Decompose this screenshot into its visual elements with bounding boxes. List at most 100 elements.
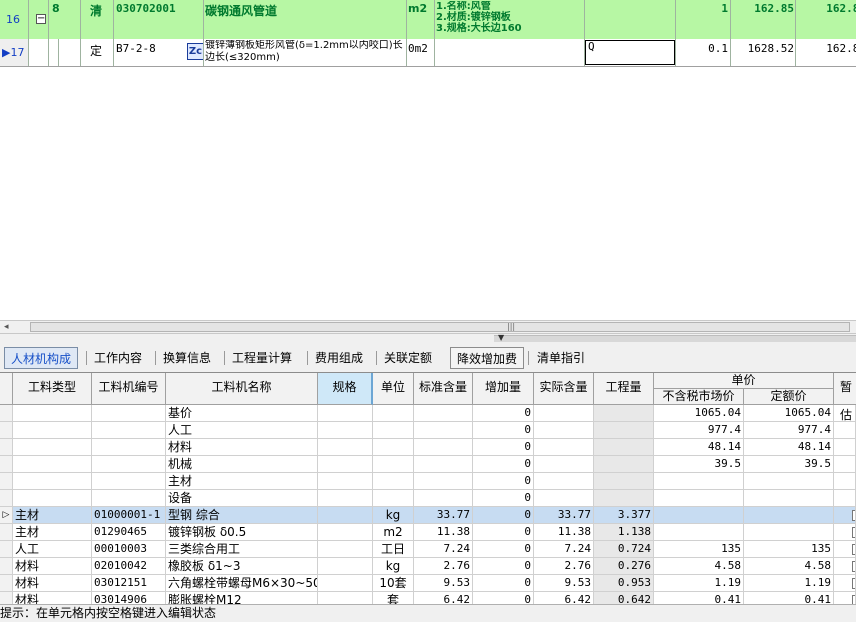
col-name[interactable]: 工料机名称 [166, 373, 318, 405]
tab-labor-material-machine[interactable]: 人材机构成 [4, 347, 79, 369]
cell-type[interactable] [13, 405, 92, 422]
cell-actual[interactable] [534, 405, 594, 422]
cell-spec[interactable] [318, 541, 373, 558]
splitter[interactable]: ▼ [0, 333, 856, 345]
cell-market[interactable]: 1065.04 [654, 405, 744, 422]
cell-qty[interactable]: 1.138 [594, 524, 654, 541]
cell-extra[interactable] [834, 439, 856, 456]
cell-name[interactable]: 六角螺栓带螺母M6×30~50 [166, 575, 318, 592]
tab-work-content[interactable]: 工作内容 [88, 347, 148, 369]
cell-spec[interactable] [318, 422, 373, 439]
bill-row[interactable]: 16 − 8 清 030702001 碳钢通风管道 m2 1.名称:风管 2.材… [0, 0, 856, 40]
quota-row[interactable]: ▶17 定 B7-2-8 Zc 镀锌薄钢板矩形风管(δ=1.2mm以内咬口)长边… [0, 39, 856, 67]
cell-std[interactable] [414, 456, 473, 473]
cell-add[interactable]: 0 [473, 541, 534, 558]
cell-actual[interactable] [534, 456, 594, 473]
scroll-left-icon[interactable]: ◂ [4, 321, 9, 333]
row-selector[interactable] [0, 422, 13, 439]
cell-unit[interactable] [373, 405, 414, 422]
cell-unit[interactable]: 工日 [373, 541, 414, 558]
cell-spec[interactable] [318, 439, 373, 456]
cell-name[interactable]: 橡胶板 δ1~3 [166, 558, 318, 575]
cell-add[interactable]: 0 [473, 473, 534, 490]
row-selector[interactable] [0, 405, 13, 422]
cell-name[interactable]: 基价 [166, 405, 318, 422]
collapse-icon[interactable]: − [36, 14, 46, 24]
col-std-content[interactable]: 标准含量 [414, 373, 473, 405]
cell-quota[interactable] [744, 524, 834, 541]
cell-std[interactable]: 9.53 [414, 575, 473, 592]
cell-spec[interactable] [318, 575, 373, 592]
cell-spec[interactable] [318, 507, 373, 524]
cell-extra[interactable] [834, 422, 856, 439]
provisional-checkbox[interactable] [852, 510, 855, 521]
splitter-arrow-icon[interactable]: ▼ [498, 333, 504, 342]
cell-std[interactable] [414, 422, 473, 439]
col-code[interactable]: 工料机编号 [92, 373, 166, 405]
cell-market[interactable] [654, 524, 744, 541]
cell-qty[interactable] [594, 439, 654, 456]
main-material-icon[interactable]: Zc [187, 43, 204, 60]
cell-market[interactable] [654, 473, 744, 490]
cell-code[interactable]: 02010042 [92, 558, 166, 575]
row-selector[interactable] [0, 490, 13, 507]
tab-cost-composition[interactable]: 费用组成 [309, 347, 369, 369]
cell-qty[interactable] [594, 405, 654, 422]
row-selector[interactable] [0, 456, 13, 473]
cell-market[interactable]: 1.19 [654, 575, 744, 592]
cell-unit[interactable]: m2 [373, 524, 414, 541]
cell-unit[interactable]: 10套 [373, 575, 414, 592]
cell-actual[interactable] [534, 473, 594, 490]
cell-type[interactable]: 主材 [13, 524, 92, 541]
cell-market[interactable]: 977.4 [654, 422, 744, 439]
cell-code[interactable]: 01000001-1 [92, 507, 166, 524]
col-market-price[interactable]: 不含税市场价 [654, 389, 744, 405]
cell-actual[interactable]: 11.38 [534, 524, 594, 541]
cell-quota[interactable]: 39.5 [744, 456, 834, 473]
cell-qty[interactable]: 3.377 [594, 507, 654, 524]
col-type[interactable]: 工料类型 [13, 373, 92, 405]
cell-add[interactable]: 0 [473, 405, 534, 422]
cell-spec[interactable] [318, 405, 373, 422]
cell-actual[interactable]: 2.76 [534, 558, 594, 575]
quantity-expression-input[interactable]: Q [585, 40, 675, 65]
cell-extra[interactable] [834, 405, 856, 422]
row-selector[interactable] [0, 558, 13, 575]
cell-actual[interactable] [534, 439, 594, 456]
cell-quota[interactable]: 1.19 [744, 575, 834, 592]
tab-conversion-info[interactable]: 换算信息 [157, 347, 217, 369]
col-quota-price[interactable]: 定额价 [744, 389, 834, 405]
cell-spec[interactable] [318, 456, 373, 473]
provisional-checkbox[interactable] [852, 527, 855, 538]
horizontal-scrollbar[interactable]: ◂ ||| [0, 320, 856, 334]
col-actual[interactable]: 实际含量 [534, 373, 594, 405]
cell-qty[interactable]: 0.724 [594, 541, 654, 558]
cell-std[interactable]: 7.24 [414, 541, 473, 558]
cell-quota[interactable]: 135 [744, 541, 834, 558]
cell-qty[interactable] [594, 422, 654, 439]
cell-qty[interactable] [594, 456, 654, 473]
col-unit[interactable]: 单位 [373, 373, 414, 405]
cell-type[interactable]: 材料 [13, 575, 92, 592]
cell-name[interactable]: 镀锌钢板 δ0.5 [166, 524, 318, 541]
cell-add[interactable]: 0 [473, 456, 534, 473]
cell-type[interactable] [13, 422, 92, 439]
cell-name[interactable]: 设备 [166, 490, 318, 507]
cell-market[interactable]: 135 [654, 541, 744, 558]
row-selector[interactable] [0, 541, 13, 558]
row-selector[interactable] [0, 575, 13, 592]
cell-code[interactable] [92, 405, 166, 422]
col-add[interactable]: 增加量 [473, 373, 534, 405]
cell-code[interactable] [92, 456, 166, 473]
cell-type[interactable]: 主材 [13, 507, 92, 524]
cell-quota[interactable]: 4.58 [744, 558, 834, 575]
cell-add[interactable]: 0 [473, 439, 534, 456]
cell-spec[interactable] [318, 490, 373, 507]
cell-type[interactable]: 材料 [13, 558, 92, 575]
cell-quota[interactable] [744, 473, 834, 490]
cell-market[interactable]: 4.58 [654, 558, 744, 575]
cell-add[interactable]: 0 [473, 490, 534, 507]
cell-type[interactable] [13, 490, 92, 507]
cell-actual[interactable]: 7.24 [534, 541, 594, 558]
tab-related-quota[interactable]: 关联定额 [378, 347, 438, 369]
